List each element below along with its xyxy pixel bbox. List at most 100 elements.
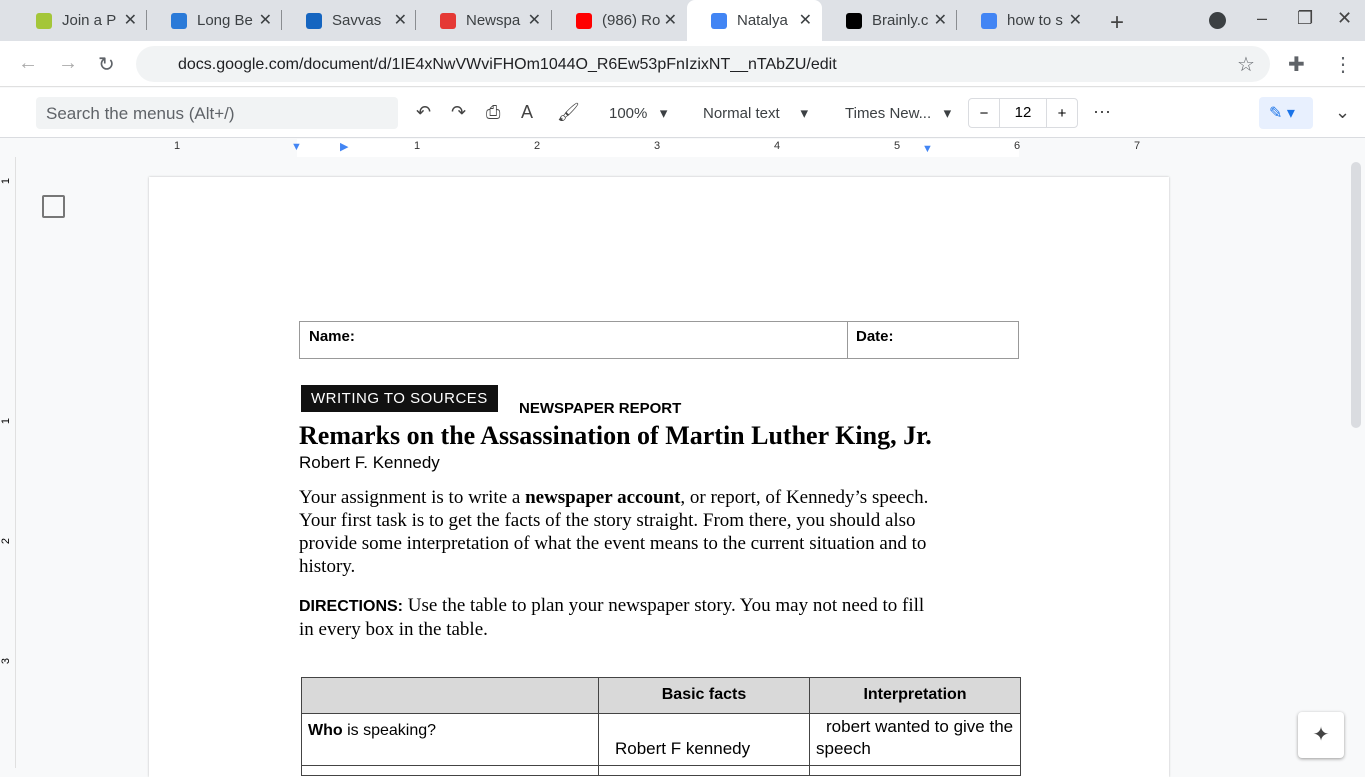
minimize-button[interactable]: –	[1257, 8, 1267, 29]
font-size-value[interactable]: 12	[999, 99, 1047, 127]
header-basic-facts: Basic facts	[598, 677, 810, 714]
close-tab-icon[interactable]: ✕	[799, 10, 812, 30]
bookmark-star-icon[interactable]: ☆	[1237, 52, 1255, 77]
who-fact-cell[interactable]: Robert F kennedy	[598, 713, 810, 766]
extensions-icon[interactable]: ✚	[1288, 52, 1305, 77]
tab-marker[interactable]: ▶	[340, 140, 348, 153]
menu-icon[interactable]: ⋮	[1333, 52, 1353, 77]
browser-tab[interactable]: how to s ✕	[957, 0, 1092, 41]
zoom-select[interactable]: 100% ▾	[609, 104, 667, 122]
spellcheck-icon[interactable]: A	[521, 102, 533, 123]
tab-title: Natalya	[737, 12, 788, 29]
browser-tab[interactable]: (986) Ro ✕	[552, 0, 687, 41]
tab-strip: Join a P ✕ Long Be ✕ Savvas ✕ Newspa ✕ (986) Ro ✕…	[0, 0, 1365, 41]
close-tab-icon[interactable]: ✕	[394, 10, 407, 30]
tab-favicon-icon	[171, 12, 187, 29]
vertical-ruler[interactable]: 1 1 2 3	[0, 157, 16, 768]
increase-font-size-button[interactable]: +	[1047, 105, 1077, 122]
who-bold: Who	[308, 722, 343, 739]
tab-separator	[956, 10, 957, 30]
explore-button[interactable]: ✦	[1298, 712, 1344, 758]
style-value: Normal text	[703, 105, 780, 122]
docs-toolbar: Search the menus (Alt+/) ↶ ↷ ⎙ A 🖌 100% …	[0, 88, 1365, 138]
document-outline-icon[interactable]	[42, 195, 65, 218]
name-label[interactable]: Name:	[299, 321, 848, 359]
horizontal-ruler[interactable]: 1 1 2 3 4 5 6 7 ▼ ▶ ▼	[0, 139, 1365, 157]
ruler-number: 3	[654, 140, 661, 152]
close-tab-icon[interactable]: ✕	[1069, 10, 1082, 30]
close-tab-icon[interactable]: ✕	[528, 10, 541, 30]
paint-format-icon[interactable]: 🖌	[557, 102, 580, 123]
close-window-button[interactable]: ✕	[1337, 8, 1352, 29]
font-value: Times New...	[845, 105, 932, 122]
ruler-number: 5	[894, 140, 901, 152]
right-indent-marker[interactable]: ▼	[922, 143, 933, 155]
tab-favicon-icon	[440, 12, 456, 29]
reload-button[interactable]: ↻	[98, 52, 115, 77]
badge-subtitle: NEWSPAPER REPORT	[519, 400, 682, 417]
url-input[interactable]: docs.google.com/document/d/1IE4xNwVWviFH…	[136, 46, 1270, 82]
browser-tab[interactable]: Newspa ✕	[416, 0, 551, 41]
tab-title: (986) Ro	[602, 12, 660, 29]
row-who-label[interactable]: Who is speaking?	[301, 713, 599, 766]
name-date-table: Name: Date:	[299, 321, 1019, 359]
editing-mode-button[interactable]: ✎ ▾	[1259, 97, 1313, 129]
tab-favicon-icon	[846, 12, 862, 29]
browser-tab[interactable]: Natalya ✕	[687, 0, 822, 41]
zoom-value: 100%	[609, 105, 648, 122]
tab-separator	[415, 10, 416, 30]
doc-author: Robert F. Kennedy	[299, 453, 440, 472]
tab-favicon-icon	[576, 12, 592, 29]
browser-tab[interactable]: Brainly.c ✕	[822, 0, 957, 41]
tab-separator	[551, 10, 552, 30]
close-tab-icon[interactable]: ✕	[664, 10, 677, 30]
tab-favicon-icon	[981, 12, 997, 29]
tab-favicon-icon	[36, 12, 52, 29]
new-tab-button[interactable]: +	[1110, 9, 1124, 37]
tab-title: Newspa	[466, 12, 521, 29]
undo-icon[interactable]: ↶	[416, 102, 431, 123]
p1-a: Your assignment is to write a	[299, 487, 526, 508]
scrollbar[interactable]	[1351, 162, 1361, 428]
browser-tab[interactable]: Long Be ✕	[147, 0, 282, 41]
ruler-number: 2	[534, 140, 541, 152]
close-tab-icon[interactable]: ✕	[259, 10, 272, 30]
maximize-button[interactable]: ❐	[1297, 8, 1313, 29]
font-size-stepper[interactable]: − 12 +	[968, 98, 1078, 128]
browser-tab[interactable]: Savvas ✕	[282, 0, 417, 41]
header-blank	[301, 677, 599, 714]
date-label[interactable]: Date:	[847, 321, 1019, 359]
planning-table: Basic facts Interpretation Who is speaki…	[301, 677, 1021, 776]
menu-search-input[interactable]: Search the menus (Alt+/)	[36, 97, 398, 129]
tab-favicon-icon	[711, 12, 727, 29]
more-icon[interactable]: ⋯	[1093, 102, 1111, 123]
address-bar-row: ← → ↻ docs.google.com/document/d/1IE4xNw…	[0, 41, 1365, 87]
p1-bold: newspaper account	[525, 487, 681, 508]
vruler-number: 1	[0, 177, 13, 185]
writing-badge: WRITING TO SOURCES	[301, 385, 498, 412]
back-button[interactable]: ←	[18, 52, 38, 75]
assignment-paragraph: Your assignment is to write a newspaper …	[299, 486, 939, 578]
who-interpretation-cell[interactable]: robert wanted to give the speech	[809, 713, 1021, 766]
collapse-icon[interactable]: ⌄	[1335, 102, 1350, 123]
browser-tab[interactable]: Join a P ✕	[12, 0, 147, 41]
close-tab-icon[interactable]: ✕	[934, 10, 947, 30]
close-tab-icon[interactable]: ✕	[124, 10, 137, 30]
doc-title: Remarks on the Assassination of Martin L…	[299, 421, 932, 450]
tab-title: Join a P	[62, 12, 117, 29]
style-select[interactable]: Normal text ▾	[703, 104, 808, 122]
redo-icon[interactable]: ↷	[451, 102, 466, 123]
decrease-font-size-button[interactable]: −	[969, 105, 999, 122]
forward-button[interactable]: →	[58, 52, 78, 75]
tab-title: Savvas	[332, 12, 382, 29]
tab-title: how to s	[1007, 12, 1063, 29]
tab-search-icon[interactable]	[1209, 12, 1226, 29]
vruler-number: 2	[0, 537, 13, 545]
tab-title: Brainly.c	[872, 12, 929, 29]
vruler-number: 3	[0, 657, 13, 665]
print-icon[interactable]: ⎙	[486, 102, 500, 123]
document-page[interactable]: Name: Date: WRITING TO SOURCES NEWSPAPER…	[149, 177, 1169, 777]
header-interpretation: Interpretation	[809, 677, 1021, 714]
font-select[interactable]: Times New... ▾	[845, 104, 951, 122]
indent-marker[interactable]: ▼	[291, 141, 302, 153]
